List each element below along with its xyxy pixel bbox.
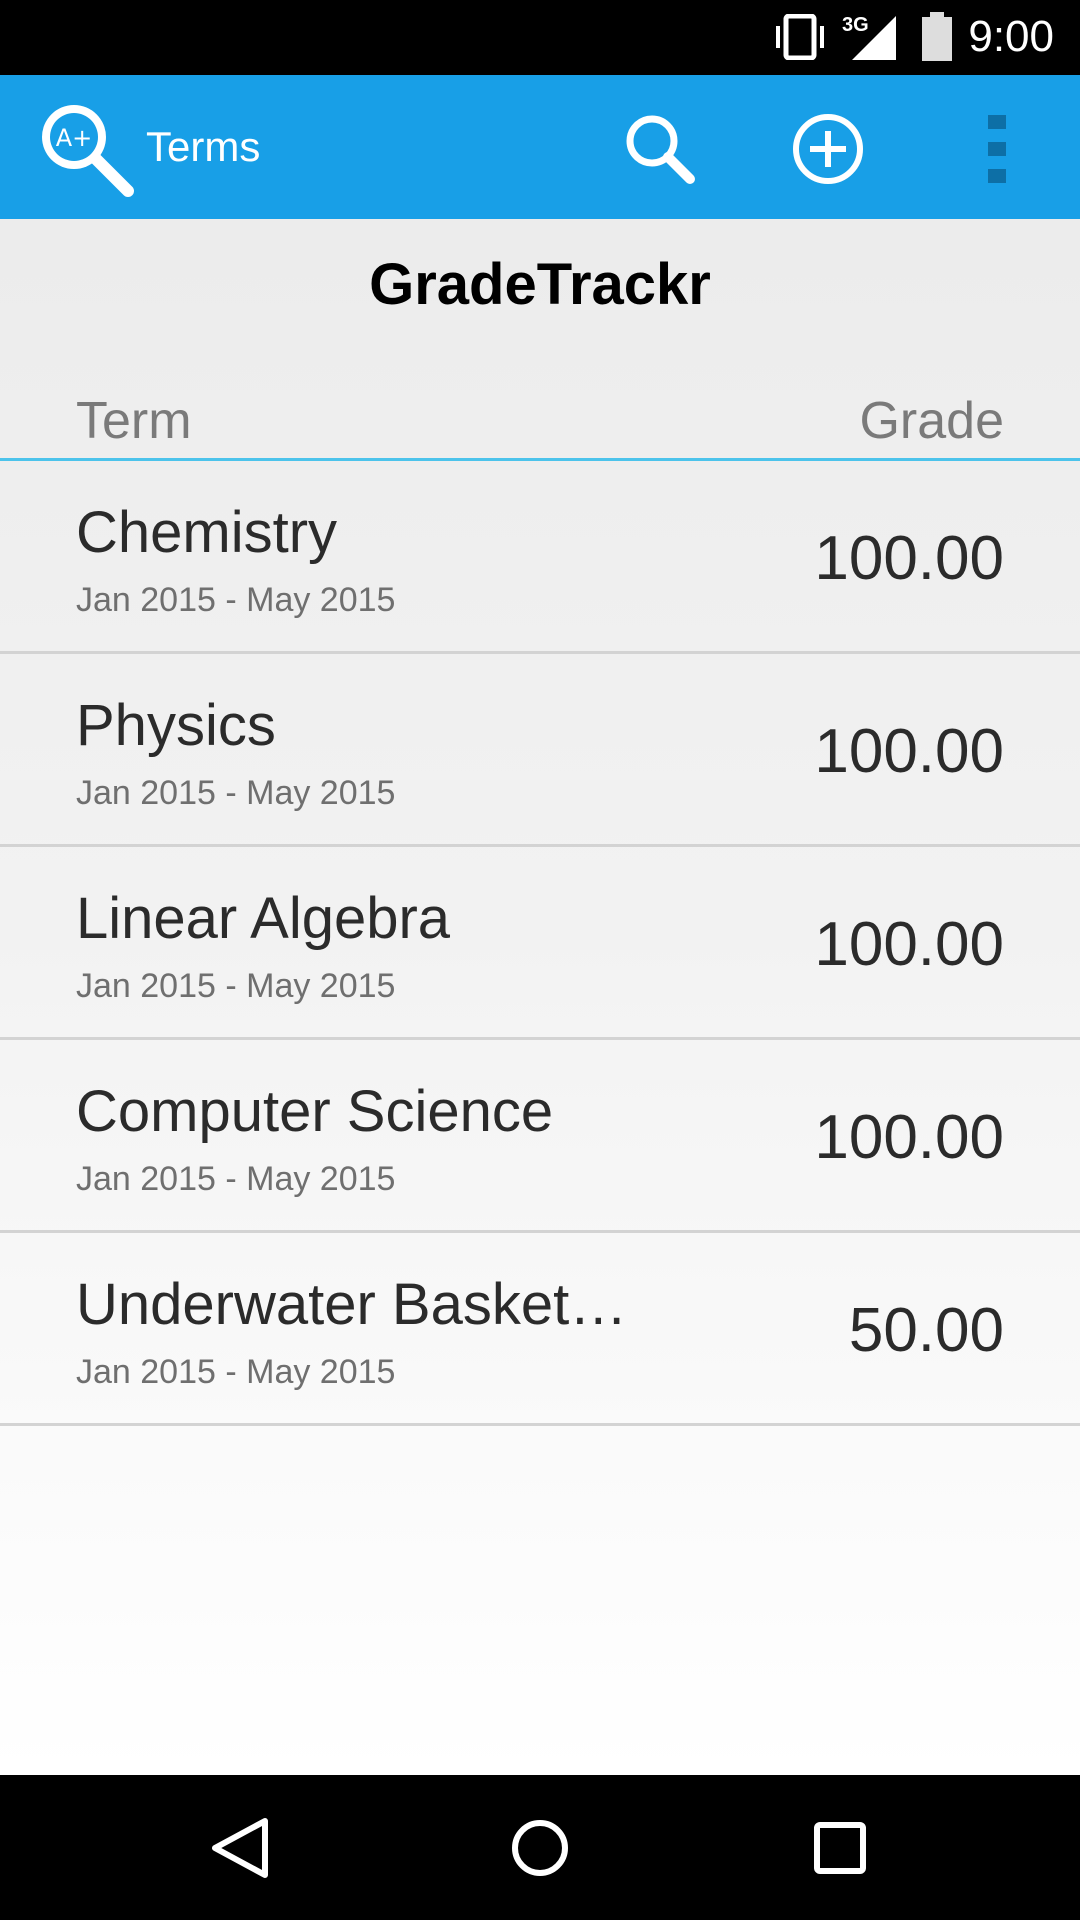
app-bar-title: Terms — [146, 123, 261, 170]
overflow-menu-icon — [988, 115, 1006, 183]
term-dates: Jan 2015 - May 2015 — [76, 1353, 396, 1391]
term-name: Physics — [76, 693, 276, 758]
term-name: Linear Algebra — [76, 886, 451, 951]
term-grade: 50.00 — [848, 1296, 1004, 1365]
term-name: Chemistry — [76, 500, 338, 565]
battery-icon — [920, 12, 954, 62]
term-row[interactable]: Computer Science Jan 2015 - May 2015 100… — [0, 1040, 1080, 1233]
term-name: Underwater Basket… — [76, 1272, 628, 1337]
term-grade: 100.00 — [814, 717, 1004, 786]
add-term-button[interactable] — [790, 111, 866, 187]
term-dates: Jan 2015 - May 2015 — [76, 774, 396, 812]
column-header-term: Term — [76, 392, 192, 450]
recents-button[interactable] — [795, 1803, 885, 1893]
app-bar: A+ Terms — [0, 75, 1080, 219]
vibrate-icon — [772, 13, 828, 61]
back-icon — [212, 1818, 268, 1878]
term-grade: 100.00 — [814, 910, 1004, 979]
term-dates: Jan 2015 - May 2015 — [76, 1160, 396, 1198]
term-dates: Jan 2015 - May 2015 — [76, 967, 396, 1005]
column-header-grade: Grade — [859, 392, 1004, 450]
home-button[interactable] — [495, 1803, 585, 1893]
term-row[interactable]: Linear Algebra Jan 2015 - May 2015 100.0… — [0, 847, 1080, 1040]
cell-signal-icon — [852, 16, 898, 60]
terms-content: GradeTrackr Term Grade Chemistry Jan 201… — [0, 219, 1080, 1775]
app-logo-icon[interactable]: A+ — [34, 97, 134, 197]
term-grade: 100.00 — [814, 1103, 1004, 1172]
logo-text: A+ — [56, 124, 93, 152]
term-row[interactable]: Physics Jan 2015 - May 2015 100.00 — [0, 654, 1080, 847]
status-bar: 3G 9:00 — [0, 0, 1080, 75]
page-title: GradeTrackr — [369, 252, 711, 317]
system-nav-bar — [0, 1775, 1080, 1920]
overflow-menu-button[interactable] — [960, 111, 1036, 187]
term-row[interactable]: Underwater Basket… Jan 2015 - May 2015 5… — [0, 1233, 1080, 1426]
search-button[interactable] — [622, 111, 698, 187]
term-name: Computer Science — [76, 1079, 554, 1144]
recents-icon — [814, 1822, 866, 1874]
status-time: 9:00 — [968, 12, 1054, 61]
home-icon — [512, 1820, 568, 1876]
add-circle-icon — [793, 114, 863, 184]
term-row[interactable]: Chemistry Jan 2015 - May 2015 100.00 — [0, 461, 1080, 654]
term-grade: 100.00 — [814, 524, 1004, 593]
term-dates: Jan 2015 - May 2015 — [76, 581, 396, 619]
back-button[interactable] — [195, 1803, 285, 1893]
search-icon — [626, 115, 695, 184]
